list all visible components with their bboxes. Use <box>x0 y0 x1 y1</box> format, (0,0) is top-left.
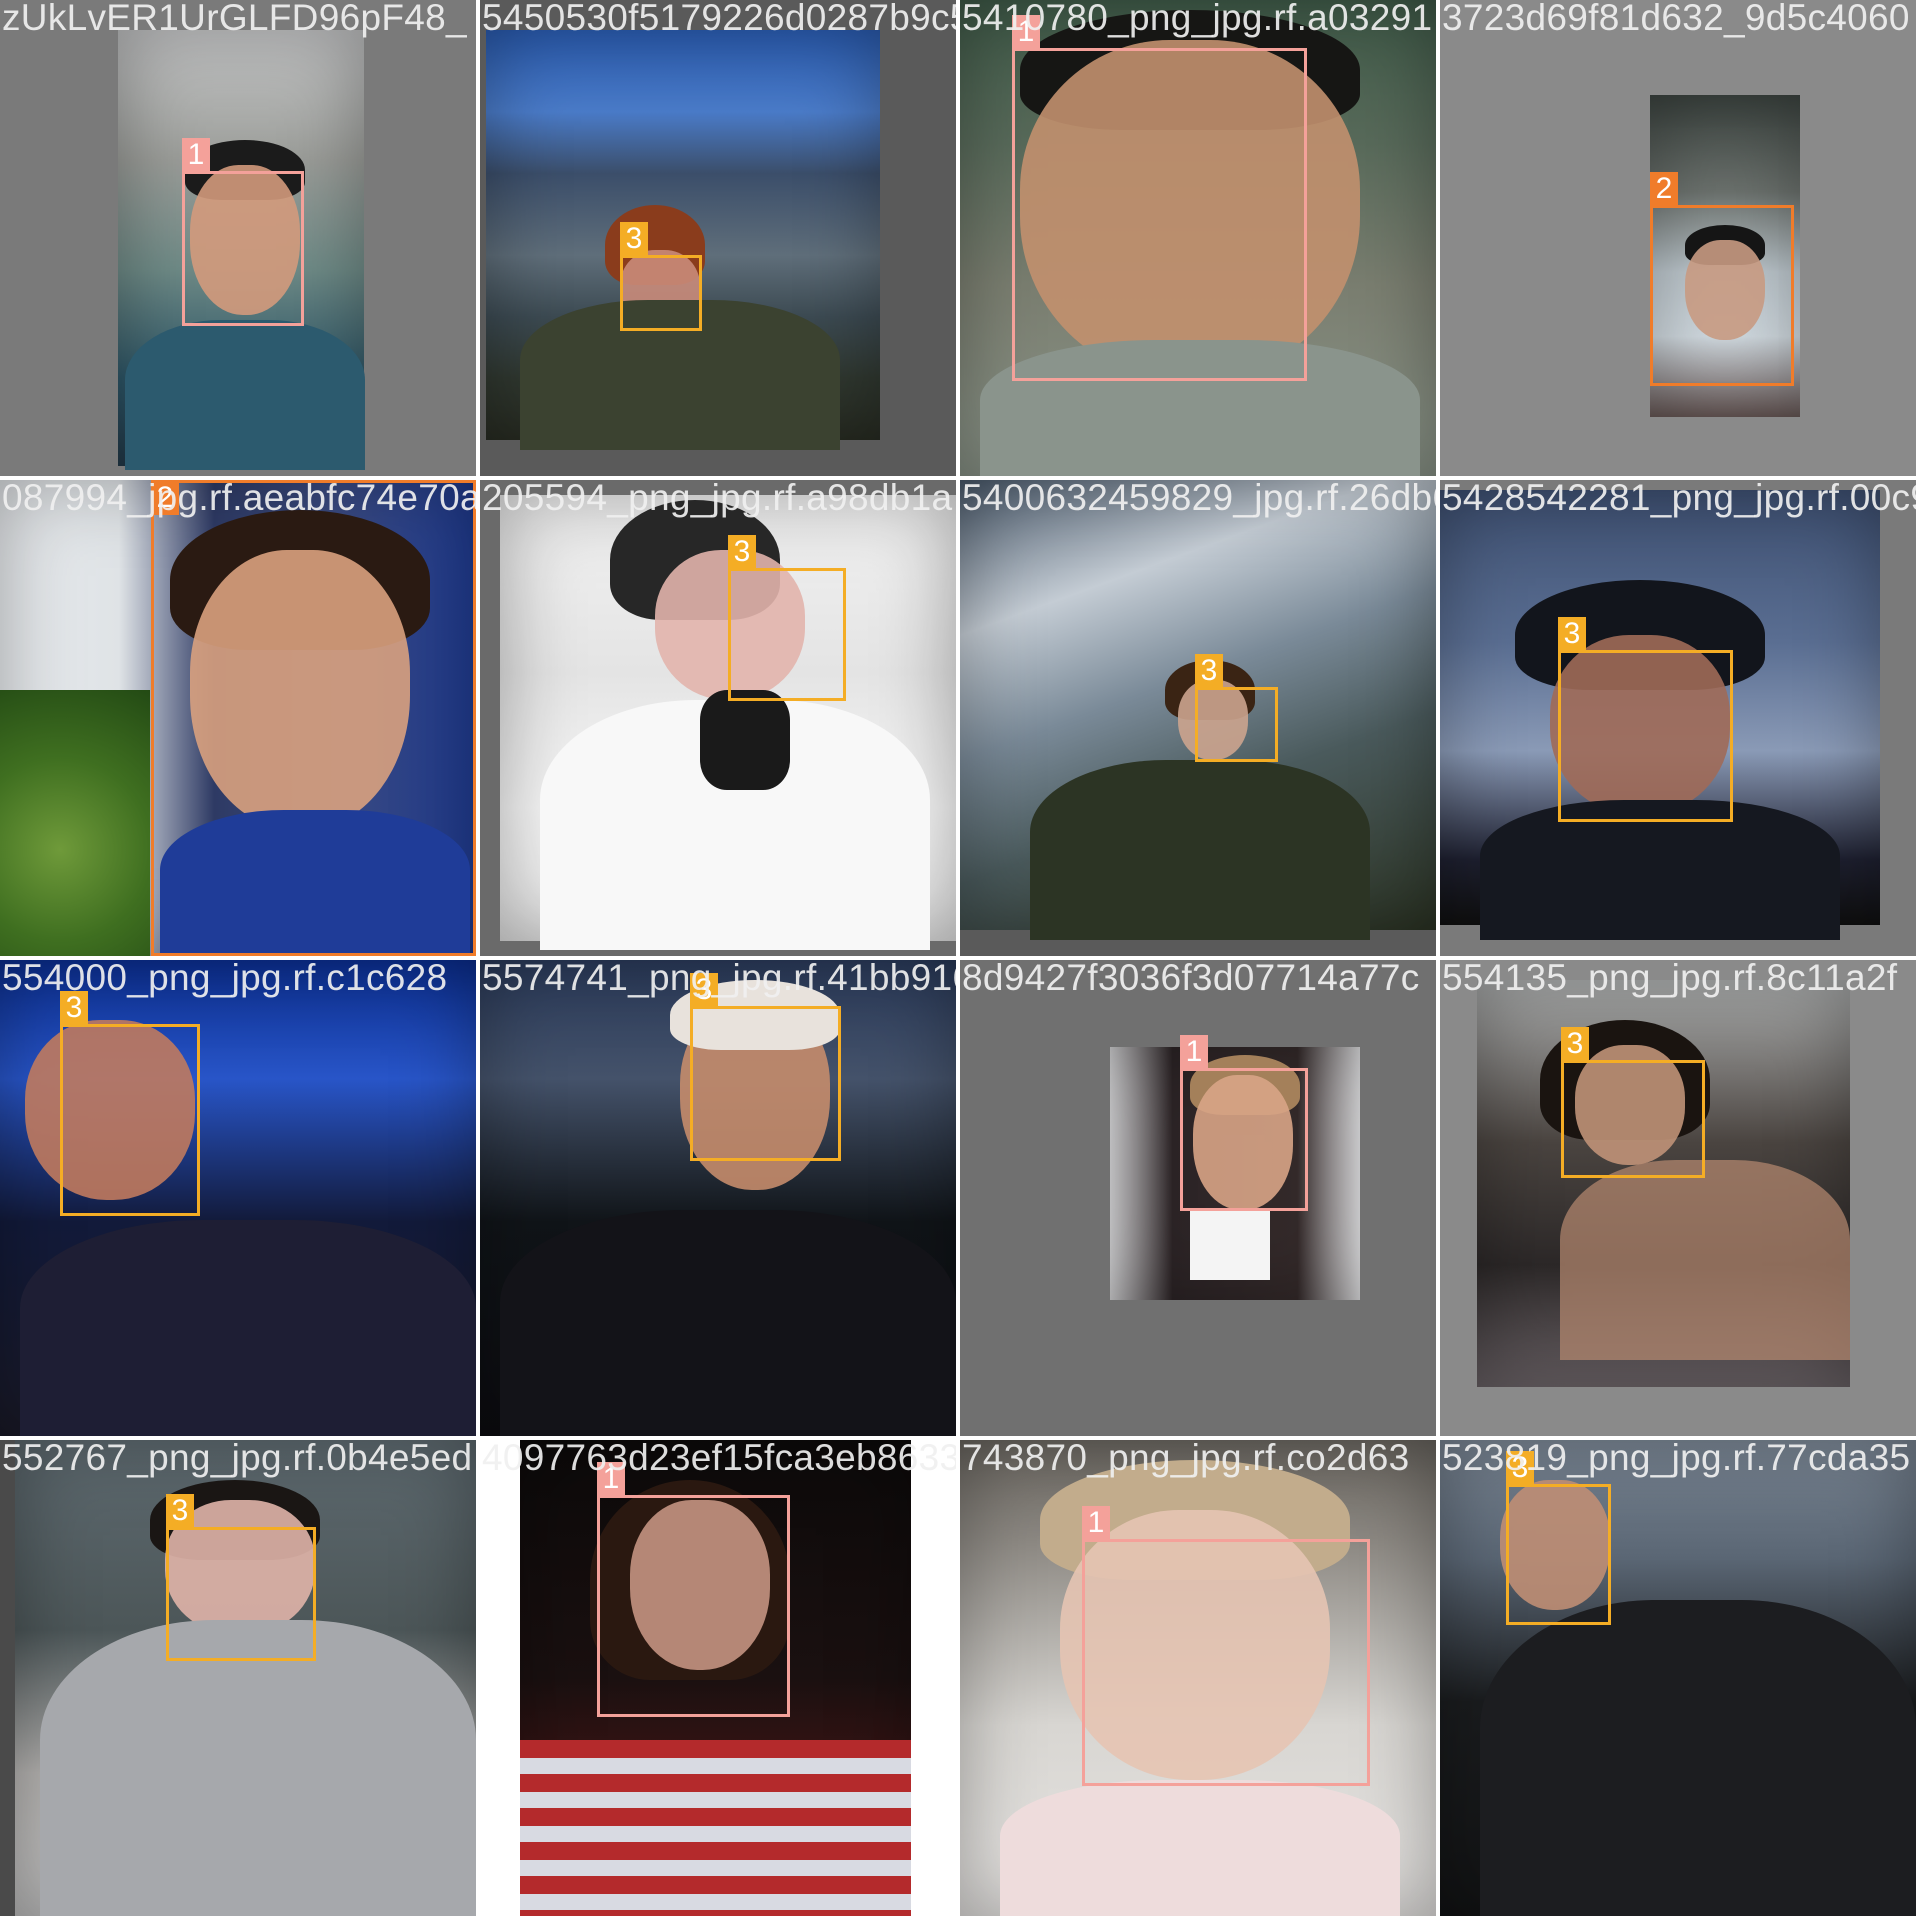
mosaic-tile: 3 554135_png_jpg.rf.8c11a2f <box>1440 960 1916 1436</box>
class-label: 1 <box>182 138 210 172</box>
mosaic-tile: 3 523819_png_jpg.rf.77cda35 <box>1440 1440 1916 1916</box>
mosaic-tile: 3 205594_png_jpg.rf.a98db1a <box>480 480 956 956</box>
face-bounding-box: 3 <box>1558 617 1733 822</box>
mosaic-tile: 1 8d9427f3036f3d07714a77c <box>960 960 1436 1436</box>
face-bounding-box: 1 <box>182 138 304 326</box>
mosaic-tile: 3 5450530f5179226d0287b9c5 <box>480 0 956 476</box>
mosaic-tile: 3 554000_png_jpg.rf.c1c628 <box>0 960 476 1436</box>
face-bounding-box: 1 <box>1082 1506 1370 1786</box>
mosaic-tile: 2 3723d69f81d632_9d5c4060 <box>1440 0 1916 476</box>
filename-caption: 743870_png_jpg.rf.co2d63 <box>962 1440 1410 1478</box>
class-label: 1 <box>1082 1506 1110 1540</box>
face-bounding-box: 1 <box>597 1462 790 1717</box>
face-bounding-box: 3 <box>620 222 702 331</box>
face-bounding-box: 1 <box>1012 15 1307 381</box>
mosaic-tile: 1 743870_png_jpg.rf.co2d63 <box>960 1440 1436 1916</box>
class-label: 3 <box>620 222 648 256</box>
face-bounding-box: 3 <box>1195 654 1278 762</box>
mosaic-tile: 1 zUkLvER1UrGLFD96pF48_ <box>0 0 476 476</box>
class-label: 3 <box>1195 654 1223 688</box>
class-label: 3 <box>166 1494 194 1528</box>
image-mosaic: 1 zUkLvER1UrGLFD96pF48_ 3 5450530f517922… <box>0 0 1920 1920</box>
filename-caption: 087994_jpg.rf.aeabfc74e70a <box>2 480 476 518</box>
face-bounding-box: 3 <box>166 1494 316 1661</box>
filename-caption: 8d9427f3036f3d07714a77c <box>962 960 1420 998</box>
face-bounding-box: 1 <box>1180 1035 1308 1211</box>
filename-caption: 5410780_png_jpg.rf.a03291 <box>962 0 1433 38</box>
filename-caption: 5574741_png_jpg.rf.41bb916 <box>482 960 956 998</box>
mosaic-tile: 1 5410780_png_jpg.rf.a03291 <box>960 0 1436 476</box>
mosaic-tile: 2 087994_jpg.rf.aeabfc74e70a <box>0 480 476 956</box>
filename-caption: 5400632459829_jpg.rf.26db647 <box>962 480 1436 518</box>
class-label: 2 <box>1650 172 1678 206</box>
class-label: 1 <box>1180 1035 1208 1069</box>
class-label: 3 <box>1561 1027 1589 1061</box>
filename-caption: zUkLvER1UrGLFD96pF48_ <box>2 0 467 38</box>
mosaic-tile: 3 552767_png_jpg.rf.0b4e5ed <box>0 1440 476 1916</box>
filename-caption: 523819_png_jpg.rf.77cda35 <box>1442 1440 1911 1478</box>
filename-caption: 205594_png_jpg.rf.a98db1a <box>482 480 953 518</box>
class-label: 3 <box>1558 617 1586 651</box>
filename-caption: 554000_png_jpg.rf.c1c628 <box>2 960 448 998</box>
face-bounding-box: 3 <box>1506 1451 1611 1625</box>
face-bounding-box: 2 <box>1650 172 1794 386</box>
face-bounding-box: 3 <box>1561 1027 1705 1178</box>
filename-caption: 5450530f5179226d0287b9c5 <box>482 0 956 38</box>
mosaic-tile: 1 4097763d23ef15fca3eb8633 <box>480 1440 956 1916</box>
mosaic-tile: 3 5400632459829_jpg.rf.26db647 <box>960 480 1436 956</box>
mosaic-tile: 3 5428542281_png_jpg.rf.00c92c3 <box>1440 480 1916 956</box>
filename-caption: 5428542281_png_jpg.rf.00c92c3 <box>1442 480 1916 518</box>
class-label: 3 <box>728 535 756 569</box>
filename-caption: 552767_png_jpg.rf.0b4e5ed <box>2 1440 473 1478</box>
face-bounding-box: 3 <box>690 973 841 1161</box>
filename-caption: 3723d69f81d632_9d5c4060 <box>1442 0 1910 38</box>
face-bounding-box: 3 <box>728 535 846 701</box>
face-bounding-box: 2 <box>151 480 476 956</box>
filename-caption: 4097763d23ef15fca3eb8633 <box>482 1440 956 1478</box>
filename-caption: 554135_png_jpg.rf.8c11a2f <box>1442 960 1898 998</box>
face-bounding-box: 3 <box>60 991 200 1216</box>
mosaic-tile: 3 5574741_png_jpg.rf.41bb916 <box>480 960 956 1436</box>
